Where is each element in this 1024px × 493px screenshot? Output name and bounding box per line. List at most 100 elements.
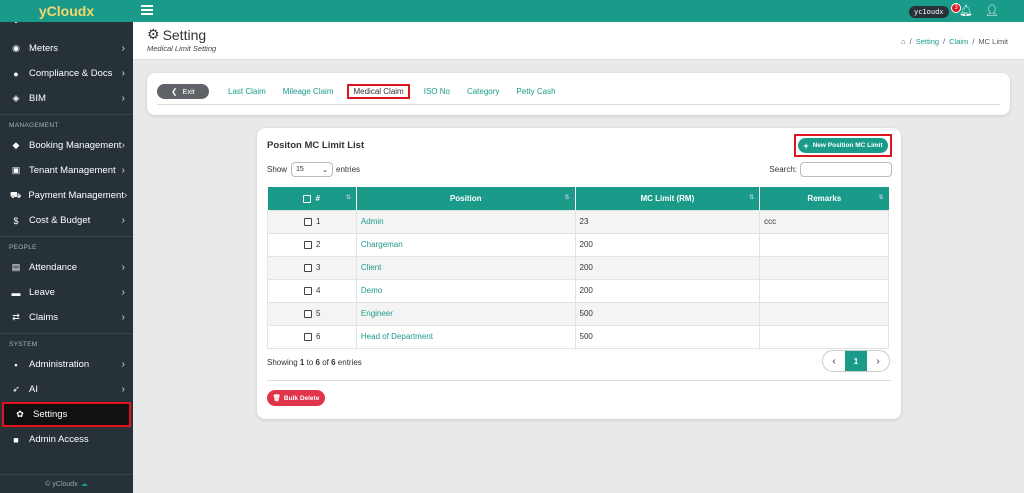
row-checkbox[interactable]: [304, 332, 312, 341]
table-row: 4 Demo 200: [267, 278, 889, 303]
page-size-select[interactable]: 15 ⌄: [291, 162, 334, 177]
mc-limit-table: # ⇅ Position ⇅ MC Limit (RM) ⇅ Remarks ⇅: [267, 187, 889, 349]
chevron-right-icon: ›: [121, 43, 125, 54]
column-header-position[interactable]: Position ⇅: [356, 187, 576, 210]
position-link[interactable]: Engineer: [361, 309, 393, 318]
bulk-delete-button[interactable]: 🗑︎ Bulk Delete: [267, 390, 325, 406]
select-all-checkbox[interactable]: [303, 194, 312, 203]
sidebar-item-label: Meters: [29, 43, 59, 54]
next-page-button[interactable]: ›: [867, 351, 889, 371]
exit-label: Exit: [182, 87, 195, 96]
show-label: Show: [267, 165, 288, 174]
sidebar-item-attendance[interactable]: ▤ Attendance ›: [0, 255, 133, 280]
user-icon[interactable]: 👤︎: [985, 4, 999, 17]
tab-bar: ❮ Exit Last Claim Mileage Claim Medical …: [157, 79, 1000, 105]
table-row: 3 Client 200: [267, 255, 889, 280]
card-title: Positon MC Limit List: [267, 140, 365, 151]
home-icon[interactable]: ⌂: [901, 37, 906, 46]
bell-icon[interactable]: 🔔︎: [959, 4, 973, 17]
cart-icon: ⛟: [10, 189, 22, 200]
position-link[interactable]: Client: [361, 263, 381, 272]
exchange-icon: ⇄: [12, 312, 20, 322]
breadcrumb-setting[interactable]: Setting: [916, 37, 939, 46]
sidebar-item-ai[interactable]: ➶ AI ›: [0, 377, 133, 402]
row-checkbox[interactable]: [304, 286, 312, 295]
tab-category[interactable]: Category: [464, 85, 502, 98]
sidebar-item-settings[interactable]: ✿ Settings: [2, 402, 131, 427]
sidebar-item-label: Payment Management: [28, 190, 124, 201]
column-header-number[interactable]: # ⇅: [267, 187, 357, 210]
user-badge[interactable]: yc1oudx: [909, 6, 949, 18]
brand-logo[interactable]: yCloudx: [0, 0, 133, 22]
row-checkbox[interactable]: [304, 263, 312, 272]
sidebar-item-compliance[interactable]: ● Compliance & Docs ›: [0, 61, 133, 86]
search-control: Search:: [769, 162, 892, 177]
tab-last-claim[interactable]: Last Claim: [225, 85, 269, 98]
exit-button[interactable]: ❮ Exit: [157, 84, 209, 99]
row-checkbox[interactable]: [304, 240, 312, 249]
row-checkbox[interactable]: [304, 217, 312, 226]
rocket-icon: ➶: [12, 384, 20, 394]
sidebar-item-administration[interactable]: ▪ Administration ›: [0, 352, 133, 377]
table-row: 5 Engineer 500: [267, 301, 889, 326]
sort-icon: ⇅: [564, 195, 570, 201]
page-size-value: 15: [296, 166, 304, 173]
chevron-right-icon: ›: [121, 359, 125, 370]
page-button-current[interactable]: 1: [845, 351, 867, 371]
sidebar-item-payment[interactable]: ⛟ Payment Management ›: [0, 183, 133, 208]
remarks-value: [759, 324, 889, 349]
chevron-right-icon: ›: [121, 93, 125, 104]
search-input[interactable]: [800, 162, 892, 177]
previous-page-button[interactable]: ‹: [823, 351, 845, 371]
sidebar-item-bim[interactable]: ◈ BIM ›: [0, 86, 133, 111]
tab-mileage-claim[interactable]: Mileage Claim: [280, 85, 337, 98]
chevron-right-icon: ›: [121, 312, 125, 323]
sidebar-item-label: Attendance: [29, 262, 78, 273]
chevron-right-icon: ›: [121, 262, 125, 273]
sidebar-item-cost[interactable]: $ Cost & Budget ›: [0, 208, 133, 233]
mc-limit-card: Positon MC Limit List + New Position MC …: [257, 128, 901, 419]
sidebar-item-tenant[interactable]: ▣ Tenant Management ›: [0, 158, 133, 183]
id-card-icon: ▪: [14, 359, 18, 370]
column-header-mc-limit[interactable]: MC Limit (RM) ⇅: [575, 187, 761, 210]
table-header-row: # ⇅ Position ⇅ MC Limit (RM) ⇅ Remarks ⇅: [267, 187, 889, 210]
sidebar-footer: © yCloudx ☁: [0, 474, 133, 493]
tab-medical-claim[interactable]: Medical Claim: [347, 84, 410, 99]
sidebar-item-label: Claims: [29, 312, 59, 323]
page-title: ⚙ Setting: [147, 26, 206, 43]
sidebar-item-hidden[interactable]: •: [0, 22, 133, 34]
mc-limit-value: 500: [574, 324, 761, 349]
position-link[interactable]: Head of Department: [361, 332, 433, 341]
sidebar-item-booking[interactable]: ◆ Booking Management ›: [0, 133, 133, 158]
sort-icon: ⇅: [878, 195, 884, 201]
sidebar-item-meters[interactable]: ◉ Meters ›: [0, 36, 133, 61]
position-link[interactable]: Chargeman: [361, 240, 403, 249]
position-link[interactable]: Admin: [361, 217, 384, 226]
pagination: ‹ 1 ›: [822, 350, 890, 372]
chevron-right-icon: ›: [123, 190, 128, 201]
tab-iso-no[interactable]: ISO No: [421, 85, 453, 98]
cube-icon: ◈: [12, 93, 20, 103]
search-label: Search:: [769, 165, 797, 174]
new-button-label: New Position MC Limit: [812, 142, 883, 149]
dot-icon: ●: [13, 68, 19, 79]
sidebar-item-label: Tenant Management: [29, 165, 116, 176]
sidebar-item-admin-access[interactable]: ■ Admin Access: [0, 427, 133, 452]
divider: [267, 380, 891, 381]
breadcrumb-claim[interactable]: Claim: [949, 37, 968, 46]
new-position-mc-limit-button[interactable]: + New Position MC Limit: [798, 138, 888, 153]
position-link[interactable]: Demo: [361, 286, 382, 295]
trash-icon: 🗑︎: [272, 395, 281, 402]
sort-icon: ⇅: [749, 195, 755, 201]
sidebar-item-leave[interactable]: ▬ Leave ›: [0, 280, 133, 305]
claim-tabs-card: ❮ Exit Last Claim Mileage Claim Medical …: [147, 73, 1010, 115]
hamburger-menu-icon[interactable]: [141, 5, 153, 15]
column-header-remarks[interactable]: Remarks ⇅: [759, 187, 889, 210]
sidebar-item-claims[interactable]: ⇄ Claims ›: [0, 305, 133, 330]
chevron-right-icon: ›: [121, 68, 125, 79]
building-icon: ▣: [11, 165, 21, 175]
breadcrumb-current: MC Limit: [978, 37, 1008, 46]
tab-petty-cash[interactable]: Petty Cash: [513, 85, 558, 98]
row-checkbox[interactable]: [304, 309, 312, 318]
sidebar-scroll-cut: •: [0, 22, 133, 36]
